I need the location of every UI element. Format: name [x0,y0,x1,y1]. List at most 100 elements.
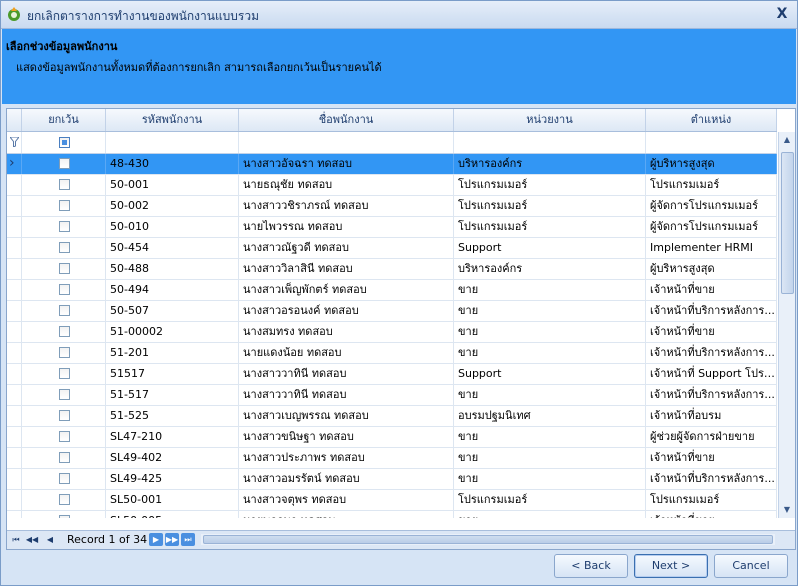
next-page-icon[interactable]: ▶▶ [165,533,179,546]
cell-exclude [22,469,106,489]
header-description: แสดงข้อมูลพนักงานทั้งหมดที่ต้องการยกเลิก… [16,61,382,74]
row-indicator-cell [7,364,22,384]
horizontal-scrollbar[interactable] [201,534,775,545]
exclude-checkbox[interactable] [59,326,70,337]
filter-position-cell[interactable] [646,132,777,153]
first-record-icon[interactable]: ⏮ [9,533,23,546]
scroll-down-icon[interactable]: ▼ [779,502,795,518]
cell-exclude [22,238,106,258]
cell-position: ผู้บริหารสูงสุด [646,154,777,174]
exclude-checkbox[interactable] [59,389,70,400]
column-header-name[interactable]: ชื่อพนักงาน [239,109,454,131]
close-button[interactable]: X [773,5,791,23]
cell-exclude [22,322,106,342]
exclude-checkbox[interactable] [59,263,70,274]
vertical-scrollbar[interactable]: ▲ ▼ [778,132,795,518]
filter-code-cell[interactable] [106,132,239,153]
exclude-checkbox[interactable] [59,410,70,421]
scroll-up-icon[interactable]: ▲ [779,132,795,148]
exclude-checkbox[interactable] [59,452,70,463]
cell-department: ขาย [454,511,646,518]
header-panel: เลือกช่วงข้อมูลพนักงาน แสดงข้อมูลพนักงาน… [2,29,796,104]
table-row[interactable]: 50-002 นางสาววชิราภรณ์ ทดสอบ โปรแกรมเมอร์ผ… [7,196,777,217]
filter-department-cell[interactable] [454,132,646,153]
next-record-icon[interactable]: ▶ [149,533,163,546]
cell-department: ขาย [454,448,646,468]
back-button[interactable]: < Back [554,554,628,578]
cell-exclude [22,427,106,447]
table-row[interactable]: 50-494 นางสาวเพ็ญพักตร์ ทดสอบ ขาย เจ้าหน้าท… [7,280,777,301]
table-row[interactable]: 50-488 นางสาววิลาสินี ทดสอบ บริหารองค์กร ผู… [7,259,777,280]
filter-name-cell[interactable] [239,132,454,153]
table-row[interactable]: SL50-001 นางสาวจตุพร ทดสอบ โปรแกรมเมอร์ โปร… [7,490,777,511]
app-logo-icon [8,7,20,21]
exclude-checkbox[interactable] [59,284,70,295]
cell-position: เจ้าหน้าที่บริการหลังการ... [646,385,777,405]
table-row[interactable]: 50-010 นายไพวรรณ ทดสอบ โปรแกรมเมอร์ ผู้จัดก… [7,217,777,238]
window-title: ยกเลิกตารางการทำงานของพนักงานแบบรวม [27,9,260,23]
cell-position: ผู้จัดการโปรแกรมเมอร์ [646,217,777,237]
table-row[interactable]: SL49-402 นางสาวประภาพร ทดสอบ ขาย เจ้าหน้าที… [7,448,777,469]
prev-page-icon[interactable]: ◀◀ [25,533,39,546]
column-header-position[interactable]: ตำแหน่ง [646,109,777,131]
table-row[interactable]: SL50-005นายพฤกษา ทดสอบขายเจ้าหน้าที่ขาย [7,511,777,518]
table-row[interactable]: 50-507 นางสาวอรอนงค์ ทดสอบ ขาย เจ้าหน้าที่บ… [7,301,777,322]
row-indicator-cell [7,385,22,405]
row-indicator-cell [7,238,22,258]
last-record-icon[interactable]: ⏭ [181,533,195,546]
cell-employee-name: นางสาวอัจฉรา ทดสอบ [239,154,454,174]
cell-department: โปรแกรมเมอร์ [454,490,646,510]
cancel-button[interactable]: Cancel [714,554,788,578]
table-row[interactable]: 50-454 นางสาวณัฐวดี ทดสอบ Support Implement… [7,238,777,259]
exclude-checkbox[interactable] [59,368,70,379]
column-header-exclude[interactable]: ยกเว้น [22,109,106,131]
cell-employee-code: SL50-005 [106,511,239,518]
cell-exclude [22,280,106,300]
vertical-scroll-thumb[interactable] [781,152,794,294]
cell-department: ขาย [454,343,646,363]
exclude-checkbox[interactable] [59,179,70,190]
prev-record-icon[interactable]: ◀ [43,533,57,546]
row-indicator-cell [7,490,22,510]
column-header-code[interactable]: รหัสพนักงาน [106,109,239,131]
cell-department: ขาย [454,301,646,321]
exclude-checkbox[interactable] [59,431,70,442]
cell-department: บริหารองค์กร [454,259,646,279]
cell-exclude [22,364,106,384]
column-header-department[interactable]: หน่วยงาน [454,109,646,131]
exclude-checkbox[interactable] [59,515,70,518]
exclude-checkbox[interactable] [59,242,70,253]
exclude-checkbox[interactable] [59,221,70,232]
table-row[interactable]: › 48-430 นางสาวอัจฉรา ทดสอบ บริหารองค์กร ผู้… [7,154,777,175]
exclude-checkbox[interactable] [59,200,70,211]
cell-position: Implementer HRMI [646,238,777,258]
cell-employee-code: 50-010 [106,217,239,237]
cell-exclude [22,259,106,279]
table-row[interactable]: 51-517 นางสาววาทินี ทดสอบ ขาย เจ้าหน้าที่บร… [7,385,777,406]
row-indicator-cell [7,511,22,518]
cell-employee-code: 50-002 [106,196,239,216]
cell-employee-code: SL49-402 [106,448,239,468]
filter-icon [10,137,19,147]
table-row[interactable]: 51-525 นางสาวเบญพรรณ ทดสอบ อบรมปฐมนิเทศ เจ้… [7,406,777,427]
exclude-checkbox[interactable] [59,347,70,358]
cell-employee-name: นางสาวเบญพรรณ ทดสอบ [239,406,454,426]
filter-checkbox[interactable] [59,137,70,148]
table-row[interactable]: 51-201 นายแดงน้อย ทดสอบ ขาย เจ้าหน้าที่บริก… [7,343,777,364]
table-row[interactable]: 51-00002 นางสมทรง ทดสอบ ขาย เจ้าหน้าที่ขาย [7,322,777,343]
cell-department: โปรแกรมเมอร์ [454,217,646,237]
next-button[interactable]: Next > [634,554,708,578]
filter-exclude-cell[interactable] [22,132,106,153]
table-row[interactable]: 50-001 นายธณุชัย ทดสอบ โปรแกรมเมอร์ โปรแกรม… [7,175,777,196]
exclude-checkbox[interactable] [59,158,70,169]
cell-employee-name: นางสาววิลาสินี ทดสอบ [239,259,454,279]
exclude-checkbox[interactable] [59,494,70,505]
cell-exclude [22,406,106,426]
exclude-checkbox[interactable] [59,473,70,484]
header-indicator-cell [7,109,22,131]
table-row[interactable]: SL47-210 นางสาวขนิษฐา ทดสอบ ขาย ผู้ช่วยผู้จ… [7,427,777,448]
table-row[interactable]: SL49-425 นางสาวอมรรัตน์ ทดสอบ ขาย เจ้าหน้าท… [7,469,777,490]
table-row[interactable]: 51517 นางสาววาทินี ทดสอบ Support เจ้าหน้าที… [7,364,777,385]
horizontal-scroll-thumb[interactable] [203,535,773,544]
exclude-checkbox[interactable] [59,305,70,316]
